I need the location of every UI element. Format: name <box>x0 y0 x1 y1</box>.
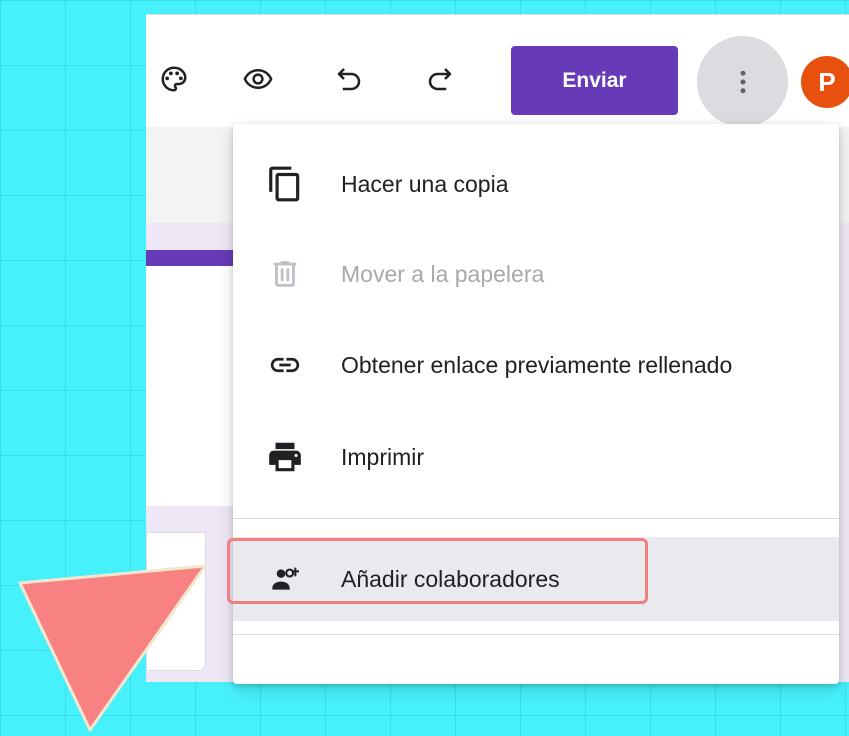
pointer-arrow-icon <box>18 564 207 732</box>
